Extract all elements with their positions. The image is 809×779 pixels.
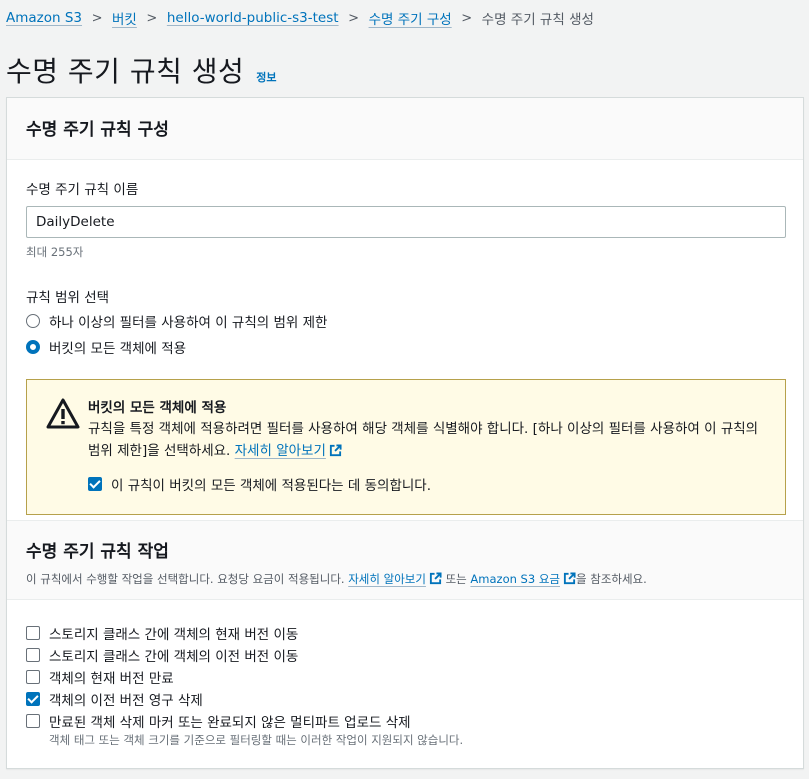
alert-text: 규칙을 특정 객체에 적용하려면 필터를 사용하여 해당 객체를 식별해야 합니… [88, 418, 765, 462]
breadcrumb-link-bucket[interactable]: hello-world-public-s3-test [167, 10, 339, 26]
actions-title: 수명 주기 규칙 작업 [26, 542, 169, 562]
actions-note: 객체 태그 또는 객체 크기를 기준으로 필터링할 때는 이러한 작업이 지원되… [49, 733, 464, 747]
external-link-icon [429, 572, 442, 585]
action-label: 스토리지 클래스 간에 객체의 이전 버전 이동 [49, 649, 299, 665]
chevron-right-icon: > [348, 10, 360, 26]
actions-header: 수명 주기 규칙 작업 이 규칙에서 수행할 작업을 선택합니다. 요청당 요금… [7, 520, 803, 600]
action-label: 객체의 이전 버전 영구 삭제 [49, 693, 203, 709]
lifecycle-rule-panel: 수명 주기 규칙 구성 수명 주기 규칙 이름 DailyDelete 최대 2… [6, 97, 804, 769]
rule-name-label: 수명 주기 규칙 이름 [26, 182, 139, 198]
action-item-transition-noncurrent[interactable]: 스토리지 클래스 간에 객체의 이전 버전 이동 [26, 645, 463, 665]
actions-learn-more-link[interactable]: 자세히 알아보기 [348, 572, 426, 586]
warning-alert: 버킷의 모든 객체에 적용 규칙을 특정 객체에 적용하려면 필터를 사용하여 … [26, 379, 786, 515]
actions-desc-prefix: 이 규칙에서 수행할 작업을 선택합니다. 요청당 요금이 적용됩니다. [26, 572, 345, 586]
actions-desc-suffix: 을 참조하세요. [576, 572, 647, 586]
action-checkbox[interactable] [26, 648, 40, 662]
warning-icon [46, 398, 80, 429]
actions-description: 이 규칙에서 수행할 작업을 선택합니다. 요청당 요금이 적용됩니다. 자세히… [26, 571, 784, 587]
radio-button[interactable] [26, 314, 40, 328]
action-checkbox[interactable] [26, 626, 40, 640]
scope-option-all[interactable]: 버킷의 모든 객체에 적용 [26, 337, 784, 357]
chevron-right-icon: > [461, 10, 473, 26]
action-item-delete-markers[interactable]: 만료된 객체 삭제 마커 또는 완료되지 않은 멀티파트 업로드 삭제 [26, 711, 463, 731]
breadcrumb-current: 수명 주기 규칙 생성 [481, 12, 594, 28]
alert-message: 규칙을 특정 객체에 적용하려면 필터를 사용하여 해당 객체를 식별해야 합니… [88, 421, 759, 459]
breadcrumb-link-lifecycle[interactable]: 수명 주기 구성 [369, 8, 452, 28]
action-label: 스토리지 클래스 간에 객체의 현재 버전 이동 [49, 627, 299, 643]
acknowledge-checkbox-row[interactable]: 이 규칙이 버킷의 모든 객체에 적용된다는 데 동의합니다. [88, 474, 765, 494]
learn-more-link[interactable]: 자세히 알아보기 [235, 443, 326, 459]
info-link[interactable]: 정보 [256, 69, 276, 85]
action-checkbox[interactable] [26, 714, 40, 728]
rule-name-value: DailyDelete [36, 214, 115, 230]
rule-name-hint: 최대 255자 [26, 245, 84, 259]
breadcrumb-link-s3[interactable]: Amazon S3 [6, 10, 82, 26]
breadcrumb: Amazon S3 > 버킷 > hello-world-public-s3-t… [6, 8, 594, 28]
action-label: 만료된 객체 삭제 마커 또는 완료되지 않은 멀티파트 업로드 삭제 [49, 715, 411, 731]
page-title: 수명 주기 규칙 생성 [6, 55, 245, 88]
action-label: 객체의 현재 버전 만료 [49, 671, 174, 687]
page-header: 수명 주기 규칙 생성 정보 [6, 50, 277, 90]
alert-title: 버킷의 모든 객체에 적용 [88, 400, 227, 416]
rule-name-input[interactable]: DailyDelete [26, 206, 786, 238]
external-link-icon [329, 444, 342, 457]
radio-button-selected[interactable] [26, 340, 40, 354]
breadcrumb-link-buckets[interactable]: 버킷 [112, 8, 137, 28]
scope-option-filter[interactable]: 하나 이상의 필터를 사용하여 이 규칙의 범위 제한 [26, 311, 784, 331]
action-checkbox[interactable] [26, 670, 40, 684]
config-title: 수명 주기 규칙 구성 [26, 120, 169, 140]
pricing-link[interactable]: Amazon S3 요금 [470, 572, 560, 586]
action-item-expire-current[interactable]: 객체의 현재 버전 만료 [26, 667, 463, 687]
config-section: 수명 주기 규칙 이름 DailyDelete 최대 255자 규칙 범위 선택… [7, 160, 803, 515]
chevron-right-icon: > [91, 10, 103, 26]
chevron-right-icon: > [146, 10, 158, 26]
action-item-transition-current[interactable]: 스토리지 클래스 간에 객체의 현재 버전 이동 [26, 623, 463, 643]
config-header: 수명 주기 규칙 구성 [7, 98, 803, 160]
actions-list: 스토리지 클래스 간에 객체의 현재 버전 이동 스토리지 클래스 간에 객체의… [26, 623, 463, 748]
scope-option-label: 버킷의 모든 객체에 적용 [49, 341, 187, 357]
actions-desc-mid: 또는 [445, 572, 467, 586]
acknowledge-checkbox[interactable] [88, 477, 102, 491]
acknowledge-label: 이 규칙이 버킷의 모든 객체에 적용된다는 데 동의합니다. [111, 478, 431, 494]
scope-option-label: 하나 이상의 필터를 사용하여 이 규칙의 범위 제한 [49, 315, 328, 331]
action-item-delete-noncurrent[interactable]: 객체의 이전 버전 영구 삭제 [26, 689, 463, 709]
scope-label: 규칙 범위 선택 [26, 290, 110, 306]
external-link-icon [563, 572, 576, 585]
action-checkbox-checked[interactable] [26, 692, 40, 706]
